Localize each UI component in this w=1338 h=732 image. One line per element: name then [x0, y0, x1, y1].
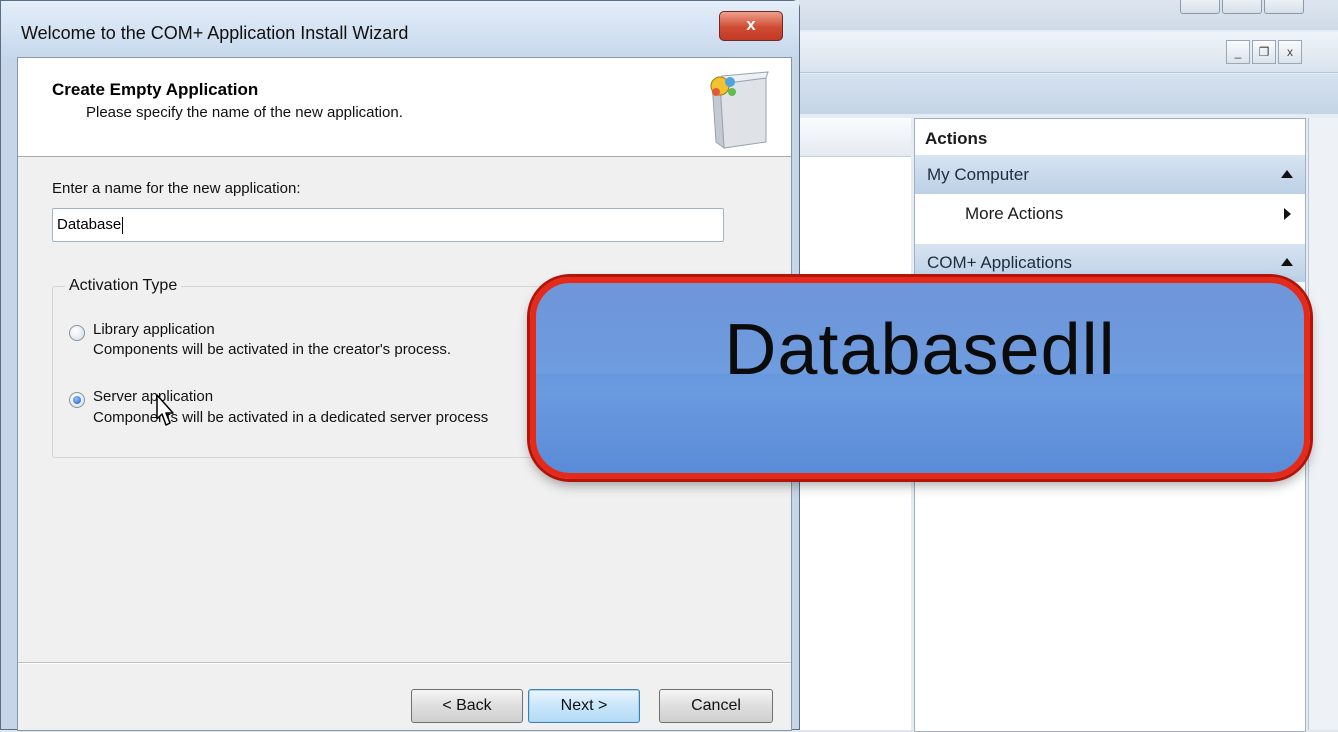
mmc-maximize-button[interactable] [1222, 0, 1262, 14]
mmc-scrollbar[interactable] [1308, 118, 1338, 730]
action-label: More Actions [965, 204, 1064, 223]
mmc-close-button[interactable] [1264, 0, 1304, 14]
cancel-button[interactable]: Cancel [659, 689, 773, 723]
wizard-titlebar: Welcome to the COM+ Application Install … [1, 1, 799, 57]
mmc-title-strip [790, 0, 1338, 30]
footer-divider [18, 662, 791, 664]
mdi-minimize-button[interactable]: _ [1226, 40, 1250, 64]
tree-column-header [791, 118, 911, 157]
page-subtitle: Please specify the name of the new appli… [86, 104, 403, 121]
actions-title: Actions [915, 119, 1305, 156]
wizard-title: Welcome to the COM+ Application Install … [21, 23, 409, 43]
mmc-toolbar [790, 74, 1338, 114]
name-field-label: Enter a name for the new application: [52, 180, 301, 197]
mdi-close-button[interactable]: x [1278, 40, 1302, 64]
collapse-up-icon[interactable] [1281, 170, 1293, 178]
name-input-value: Database [57, 216, 122, 233]
submenu-arrow-icon [1284, 208, 1291, 220]
section-label: My Computer [927, 165, 1030, 184]
next-button[interactable]: Next > [528, 689, 640, 723]
wizard-header: Create Empty Application Please specify … [18, 58, 791, 157]
server-application-radio[interactable] [69, 392, 85, 408]
mouse-pointer-icon [156, 394, 174, 426]
page-title: Create Empty Application [52, 80, 259, 99]
application-name-input[interactable]: Database [52, 208, 724, 242]
collapse-up-icon[interactable] [1281, 258, 1293, 266]
activation-type-label: Activation Type [65, 277, 182, 295]
library-application-label[interactable]: Library application [93, 321, 215, 338]
mmc-caption-buttons [1178, 0, 1304, 14]
actions-section-my-computer[interactable]: My Computer [915, 156, 1305, 194]
text-caret [122, 216, 124, 234]
library-application-description: Components will be activated in the crea… [93, 341, 452, 358]
package-box-icon [710, 71, 769, 150]
library-application-radio[interactable] [69, 325, 85, 341]
callout-text: Databasedll [724, 310, 1116, 390]
action-more-actions[interactable]: More Actions [915, 194, 1305, 234]
back-button[interactable]: < Back [411, 689, 523, 723]
mdi-restore-button[interactable]: ❐ [1252, 40, 1276, 64]
mdi-bar: _ ❐ x [790, 32, 1338, 73]
mmc-minimize-button[interactable] [1180, 0, 1220, 14]
section-label: COM+ Applications [927, 253, 1073, 272]
mdi-buttons: _ ❐ x [1224, 40, 1302, 64]
filename-callout-banner: Databasedll [530, 277, 1310, 479]
close-button[interactable]: x [719, 11, 783, 41]
